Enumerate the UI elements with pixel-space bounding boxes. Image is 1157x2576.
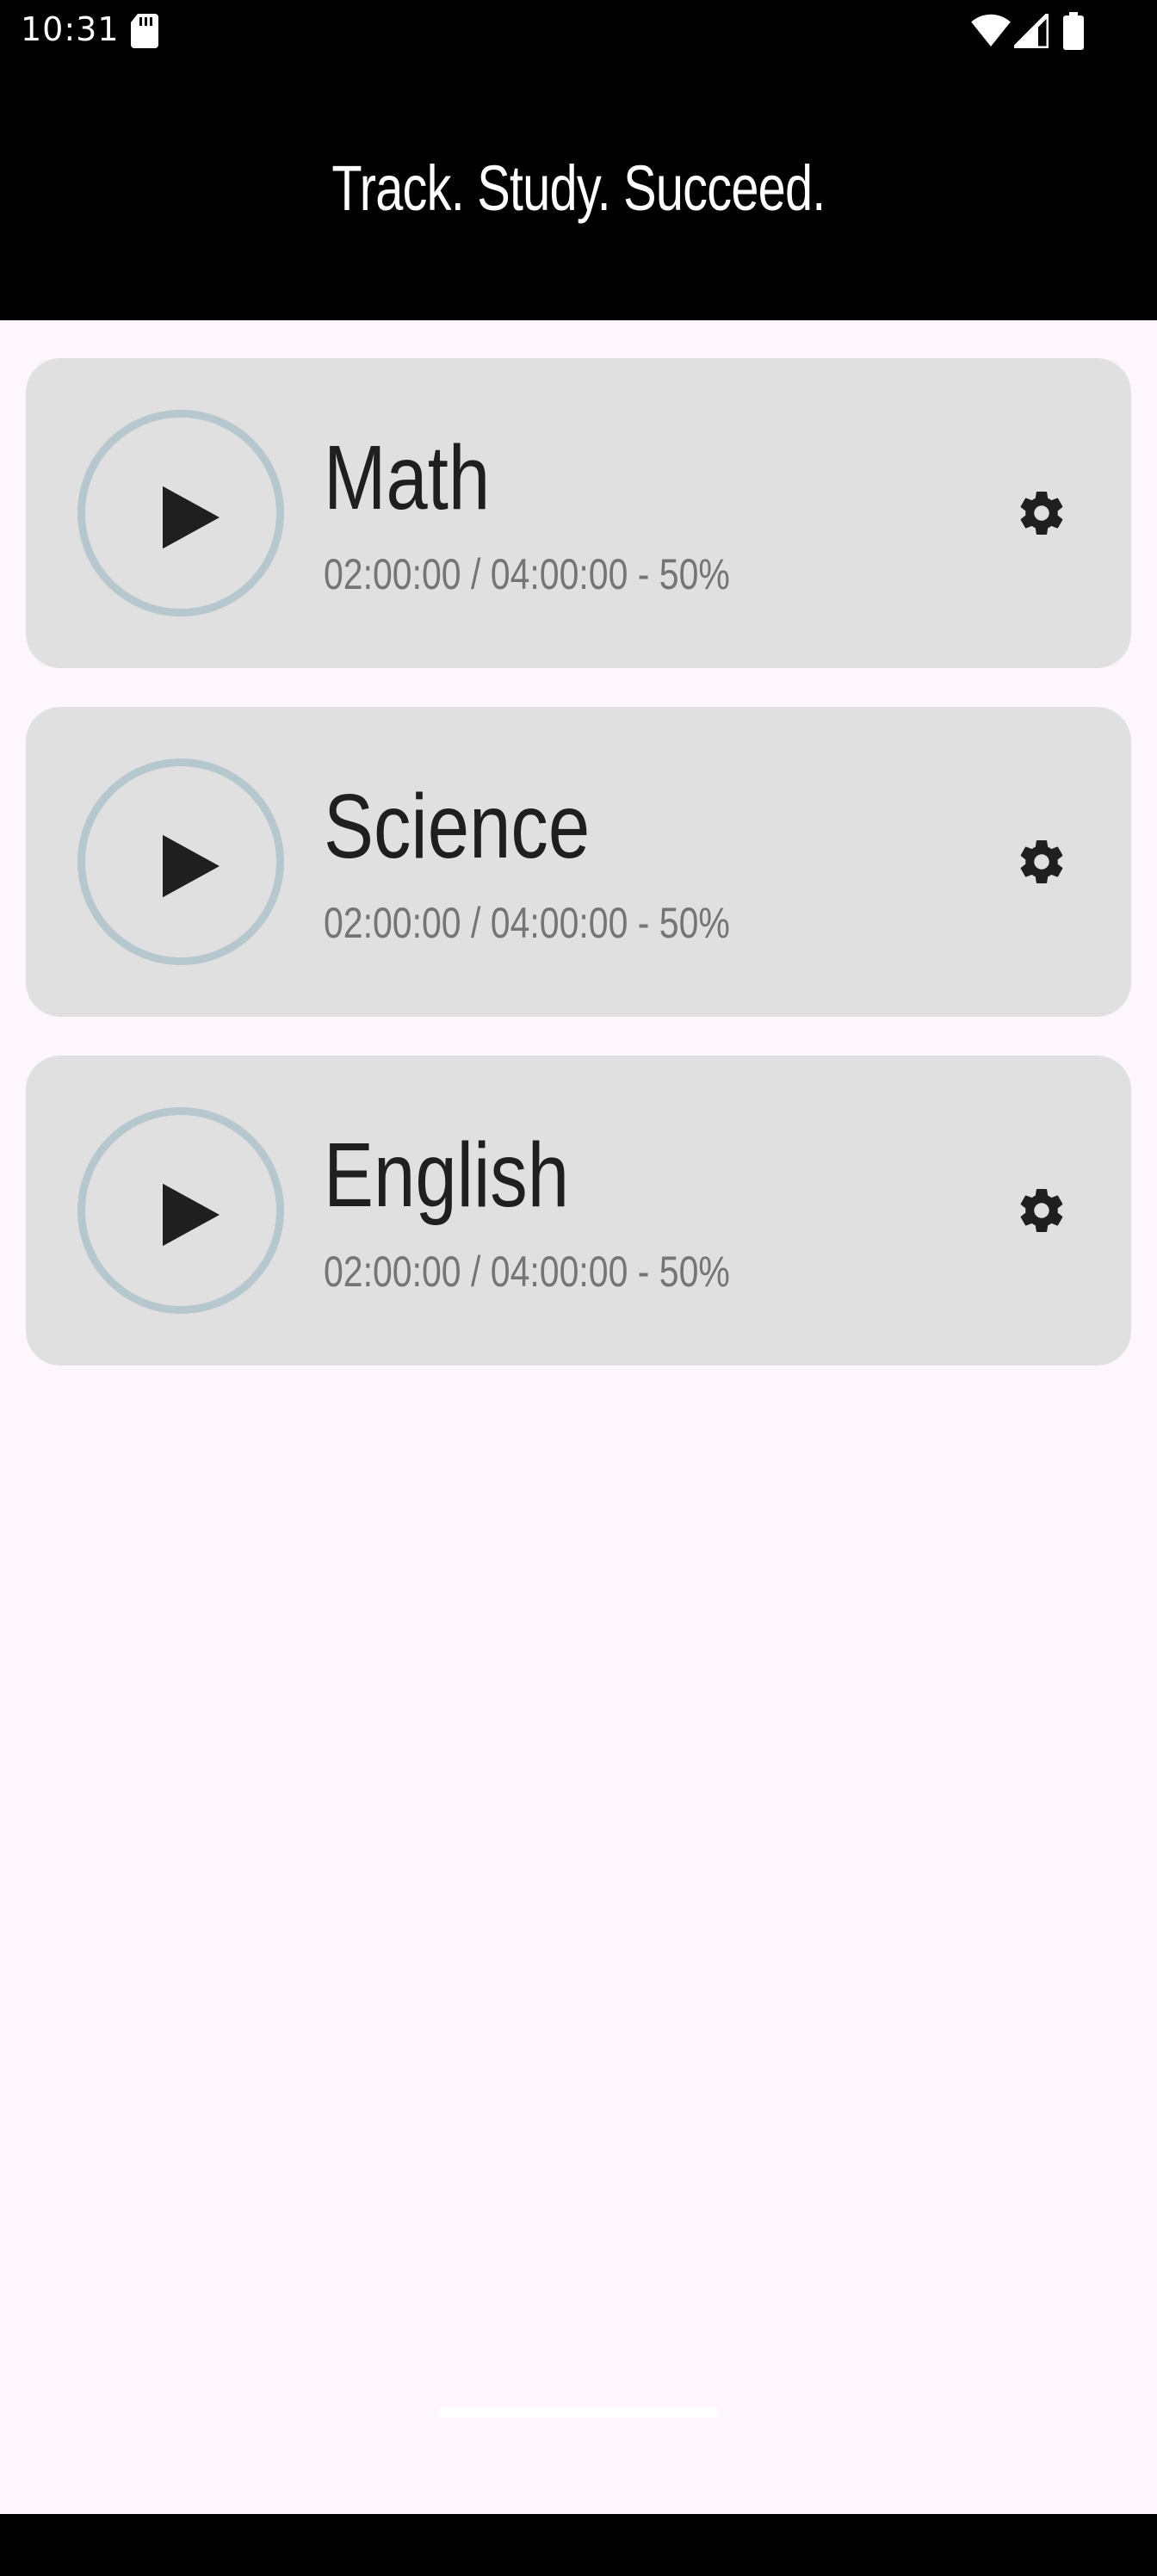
play-button[interactable] <box>77 1107 284 1314</box>
battery-icon <box>1063 12 1084 50</box>
play-button[interactable] <box>77 759 284 965</box>
play-icon <box>163 834 220 898</box>
subject-list: Math 02:00:00 / 04:00:00 - 50% Science 0… <box>26 358 1131 1404</box>
play-button[interactable] <box>77 410 284 616</box>
gear-icon[interactable] <box>1016 836 1067 888</box>
status-bar: 10:31 <box>0 0 1157 62</box>
subject-progress: 02:00:00 / 04:00:00 - 50% <box>324 1248 730 1296</box>
wifi-icon <box>971 14 1011 46</box>
subject-progress: 02:00:00 / 04:00:00 - 50% <box>324 899 730 947</box>
gear-icon[interactable] <box>1016 1185 1067 1236</box>
home-gesture-handle[interactable] <box>439 2407 718 2418</box>
navigation-bar <box>0 2514 1157 2576</box>
play-icon <box>163 1183 220 1247</box>
play-icon <box>163 486 220 549</box>
signal-icon <box>1014 14 1049 48</box>
subject-card-science[interactable]: Science 02:00:00 / 04:00:00 - 50% <box>26 707 1131 1017</box>
sd-card-icon <box>131 14 158 48</box>
app-bar: Track. Study. Succeed. <box>0 62 1157 320</box>
subject-card-math[interactable]: Math 02:00:00 / 04:00:00 - 50% <box>26 358 1131 668</box>
subject-name: English <box>324 1124 570 1226</box>
subject-card-english[interactable]: English 02:00:00 / 04:00:00 - 50% <box>26 1056 1131 1365</box>
subject-name: Science <box>324 776 591 877</box>
subject-progress: 02:00:00 / 04:00:00 - 50% <box>324 550 730 598</box>
app-title: Track. Study. Succeed. <box>331 152 826 224</box>
gear-icon[interactable] <box>1016 487 1067 539</box>
status-time: 10:31 <box>21 10 120 48</box>
subject-name: Math <box>324 427 491 529</box>
